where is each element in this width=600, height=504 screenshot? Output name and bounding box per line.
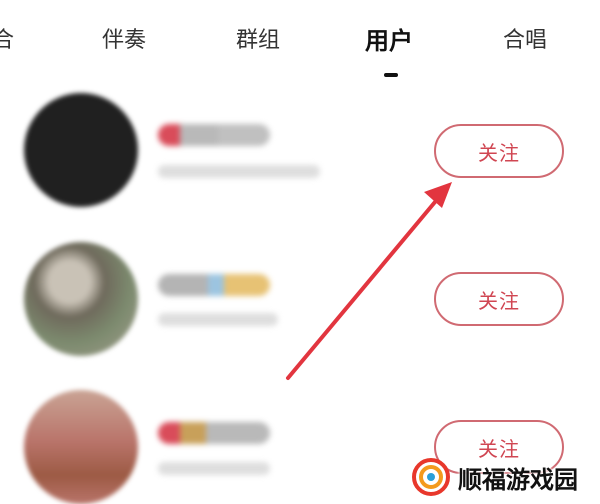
user-name-blurred[interactable] [158,124,270,146]
user-avatar[interactable] [24,93,138,207]
follow-button[interactable]: 关注 [434,272,564,326]
user-meta-blurred [158,165,320,178]
search-results-screen: 合 伴奏 群组 用户 合唱 关注 关注 关注 顺福游戏园 [0,0,600,504]
user-avatar[interactable] [24,390,138,504]
user-name-blurred[interactable] [158,422,270,444]
user-meta-blurred [158,462,270,475]
watermark: 顺福游戏园 [412,454,578,500]
watermark-text: 顺福游戏园 [458,465,578,494]
watermark-logo-icon [412,458,450,496]
user-name-blurred[interactable] [158,274,270,296]
active-tab-indicator [384,73,398,77]
tab-groups[interactable]: 群组 [236,26,280,56]
tab-partial-left[interactable]: 合 [0,26,14,56]
tab-accompaniment[interactable]: 伴奏 [102,26,146,56]
user-avatar[interactable] [24,242,138,356]
tab-chorus[interactable]: 合唱 [503,26,547,56]
follow-button[interactable]: 关注 [434,124,564,178]
user-meta-blurred [158,313,278,326]
tab-users[interactable]: 用户 [365,26,413,56]
